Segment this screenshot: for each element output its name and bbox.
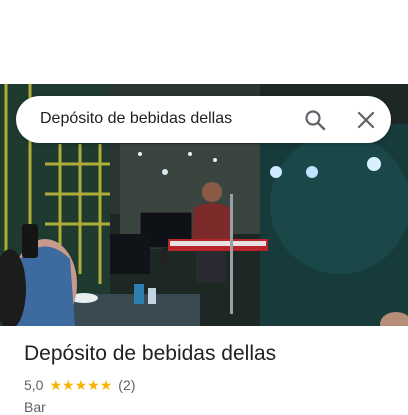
star-icon: ★ bbox=[62, 377, 75, 393]
star-icon: ★ bbox=[87, 377, 100, 393]
search-bar[interactable]: Depósito de bebidas dellas bbox=[16, 96, 391, 143]
top-blank-area bbox=[0, 0, 408, 84]
rating-stars: ★ ★ ★ ★ ★ bbox=[49, 378, 112, 392]
search-icon[interactable] bbox=[303, 108, 327, 132]
place-title[interactable]: Depósito de bebidas dellas bbox=[24, 342, 276, 366]
close-icon[interactable] bbox=[354, 108, 378, 132]
rating-value: 5,0 bbox=[24, 377, 44, 393]
star-icon: ★ bbox=[49, 377, 63, 393]
star-icon: ★ bbox=[99, 377, 113, 393]
star-icon: ★ bbox=[74, 377, 88, 393]
review-count[interactable]: (2) bbox=[118, 377, 135, 393]
search-input[interactable]: Depósito de bebidas dellas bbox=[40, 110, 232, 128]
place-category: Bar bbox=[24, 399, 46, 415]
rating-row[interactable]: 5,0 ★ ★ ★ ★ ★ (2) bbox=[24, 376, 135, 394]
